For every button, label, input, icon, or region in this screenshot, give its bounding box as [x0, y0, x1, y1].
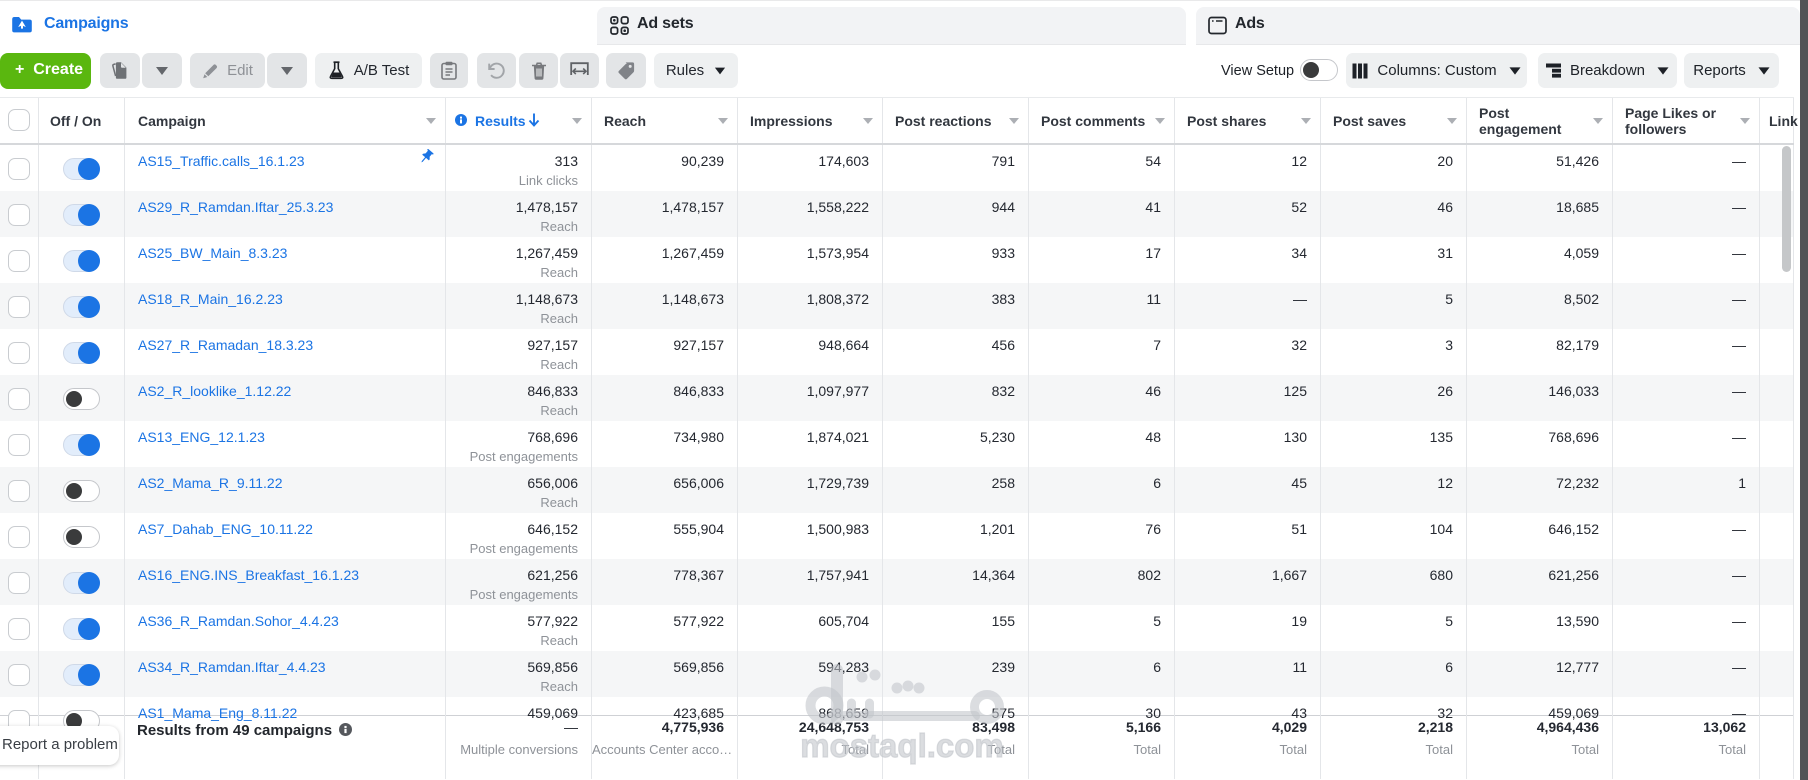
- svg-text:mostaql.com: mostaql.com: [800, 727, 1004, 764]
